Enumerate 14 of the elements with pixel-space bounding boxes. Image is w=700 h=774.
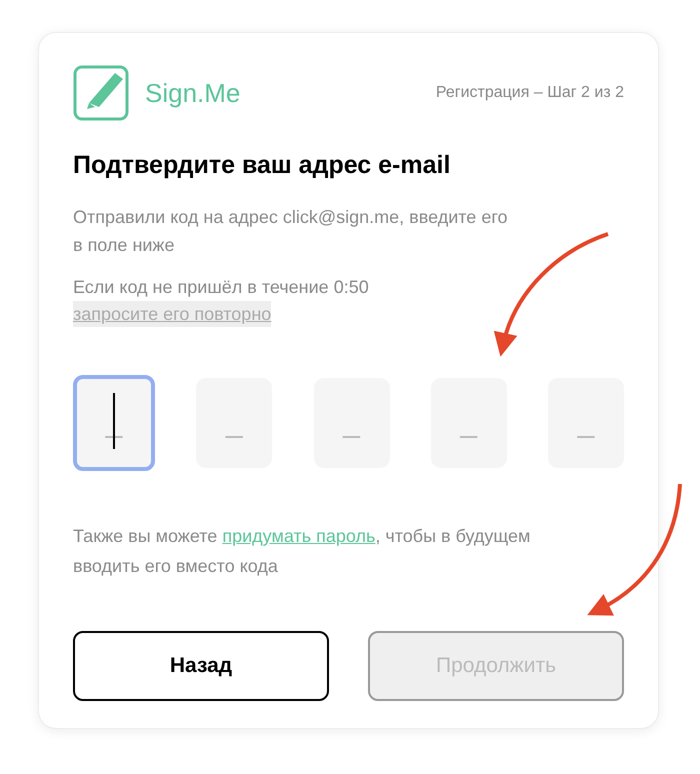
code-digit-field[interactable]: _: [430, 378, 507, 468]
resend-note: Если код не пришёл в течение 0:50: [73, 276, 370, 299]
pencil-logo-icon: [73, 65, 129, 121]
password-note: Также вы можете придумать пароль, чтобы в будущем вводить его вместо кода: [73, 524, 532, 578]
code-digit-field[interactable]: _: [314, 378, 390, 468]
code-digit-field[interactable]: _: [196, 378, 272, 468]
sent-note: Отправили код на адрес click@sign.me, введите его в поле ниже: [73, 206, 509, 256]
page-title: Подтвердите ваш адрес e-mail: [73, 150, 452, 181]
back-button[interactable]: Назад: [73, 630, 329, 700]
brand-name: Sign.Me: [145, 76, 240, 110]
code-digit-field[interactable]: _: [548, 378, 624, 468]
create-password-link[interactable]: придумать пароль: [222, 526, 376, 546]
text-caret: [113, 392, 115, 448]
step-label: Регистрация – Шаг 2 из 2: [436, 83, 624, 103]
